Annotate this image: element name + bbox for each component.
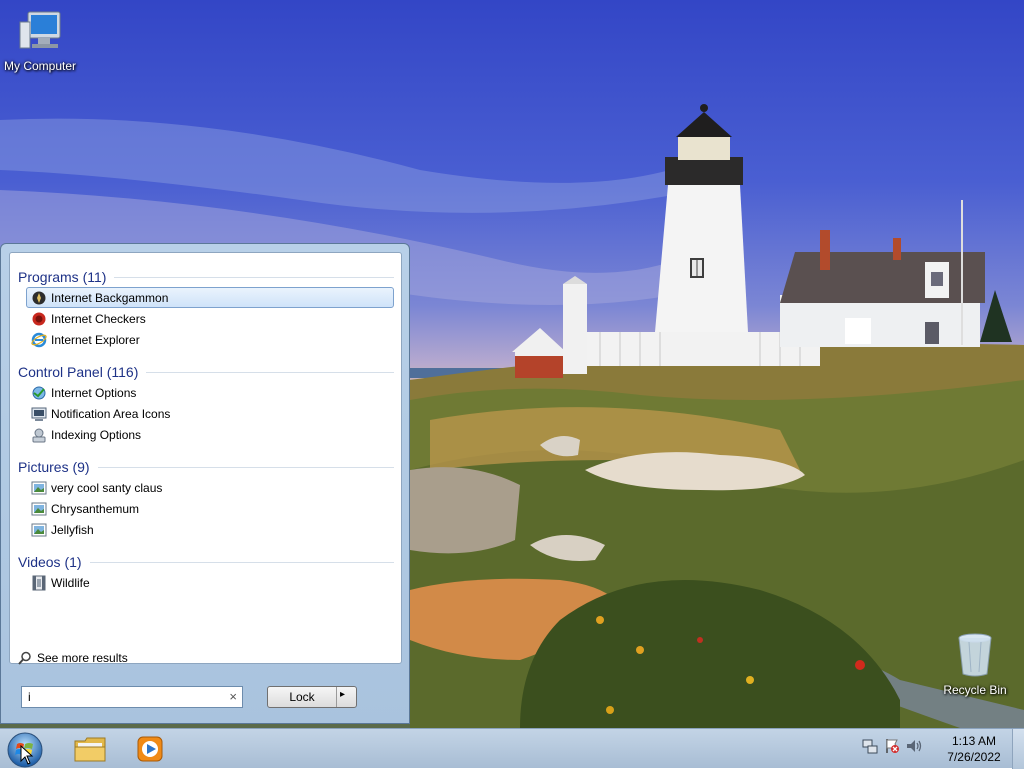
result-internet-backgammon[interactable]: Internet Backgammon bbox=[26, 287, 394, 308]
power-options-arrow-icon[interactable]: ▸ bbox=[340, 689, 345, 700]
group-header-label: Pictures (9) bbox=[18, 459, 90, 475]
result-label: Jellyfish bbox=[51, 522, 94, 537]
picture-icon bbox=[31, 502, 47, 515]
result-label: Notification Area Icons bbox=[51, 406, 171, 421]
group-header[interactable]: Videos (1) bbox=[18, 552, 394, 572]
notification-area-icon bbox=[31, 407, 47, 421]
search-value: i bbox=[28, 690, 31, 704]
divider bbox=[336, 687, 337, 707]
group-header[interactable]: Pictures (9) bbox=[18, 457, 394, 477]
divider bbox=[114, 276, 394, 278]
divider bbox=[146, 371, 394, 373]
see-more-results-link[interactable]: See more results bbox=[18, 651, 128, 665]
group-header-label: Programs (11) bbox=[18, 269, 107, 285]
result-internet-options[interactable]: Internet Options bbox=[26, 382, 394, 403]
media-player-icon bbox=[137, 736, 163, 762]
result-notification-area-icons[interactable]: Notification Area Icons bbox=[26, 403, 394, 424]
result-label: Chrysanthemum bbox=[51, 501, 140, 516]
recycle-bin-icon bbox=[958, 633, 992, 677]
result-very-cool-santy-claus[interactable]: very cool santy claus bbox=[26, 477, 394, 498]
lock-button[interactable]: Lock ▸ bbox=[267, 686, 357, 708]
result-chrysanthemum[interactable]: Chrysanthemum bbox=[26, 498, 394, 519]
video-icon bbox=[32, 575, 46, 590]
taskbar-windows-explorer-button[interactable] bbox=[72, 733, 108, 765]
result-label: very cool santy claus bbox=[51, 480, 163, 495]
search-results-pane: Programs (11) Internet Backgammon Intern… bbox=[9, 252, 402, 665]
result-label: Internet Explorer bbox=[51, 332, 140, 347]
results-group-videos: Videos (1) Wildlife bbox=[18, 552, 394, 593]
internet-explorer-icon bbox=[31, 332, 47, 347]
result-label: Indexing Options bbox=[51, 427, 142, 442]
results-group-control-panel: Control Panel (116) Internet Options Not… bbox=[18, 362, 394, 445]
picture-icon bbox=[31, 523, 47, 536]
result-wildlife[interactable]: Wildlife bbox=[26, 572, 394, 593]
mouse-cursor-icon bbox=[20, 745, 34, 765]
desktop-icon-label: Recycle Bin bbox=[943, 683, 1007, 697]
desktop-icon-my-computer[interactable]: My Computer bbox=[0, 10, 80, 73]
result-label: Internet Backgammon bbox=[51, 290, 169, 305]
result-indexing-options[interactable]: Indexing Options bbox=[26, 424, 394, 445]
clear-search-icon[interactable]: × bbox=[229, 689, 237, 704]
group-header-label: Control Panel (116) bbox=[18, 364, 139, 380]
clock-time: 1:13 AM bbox=[951, 734, 997, 748]
result-label: Internet Checkers bbox=[51, 311, 146, 326]
results-group-programs: Programs (11) Internet Backgammon Intern… bbox=[18, 267, 394, 350]
divider bbox=[89, 561, 394, 563]
show-desktop-button[interactable] bbox=[1012, 729, 1024, 769]
desktop-icon-recycle-bin[interactable]: Recycle Bin bbox=[935, 632, 1015, 697]
results-group-pictures: Pictures (9) very cool santy claus Chrys… bbox=[18, 457, 394, 540]
magnifier-icon bbox=[18, 651, 31, 665]
internet-options-icon bbox=[32, 386, 46, 399]
checkers-icon bbox=[32, 312, 46, 325]
see-more-label: See more results bbox=[37, 651, 128, 665]
backgammon-icon bbox=[32, 291, 46, 304]
result-jellyfish[interactable]: Jellyfish bbox=[26, 519, 394, 540]
network-icon[interactable] bbox=[862, 738, 878, 754]
group-header[interactable]: Control Panel (116) bbox=[18, 362, 394, 382]
start-search-input[interactable]: i × bbox=[21, 686, 243, 708]
indexing-options-icon bbox=[32, 428, 46, 442]
folder-icon bbox=[74, 737, 106, 762]
result-internet-explorer[interactable]: Internet Explorer bbox=[26, 329, 394, 350]
desktop-icon-label: My Computer bbox=[3, 59, 77, 73]
result-label: Internet Options bbox=[51, 385, 137, 400]
group-header-label: Videos (1) bbox=[18, 554, 82, 570]
taskbar: 1:13 AM 7/26/2022 bbox=[0, 728, 1024, 769]
system-clock[interactable]: 1:13 AM 7/26/2022 bbox=[936, 733, 1012, 765]
clock-date: 7/26/2022 bbox=[947, 750, 1001, 764]
group-header[interactable]: Programs (11) bbox=[18, 267, 394, 287]
action-center-flag-icon[interactable] bbox=[884, 738, 900, 754]
lock-button-label: Lock bbox=[289, 690, 315, 704]
result-label: Wildlife bbox=[51, 575, 90, 590]
start-menu: Programs (11) Internet Backgammon Intern… bbox=[0, 243, 410, 724]
notification-area bbox=[862, 738, 922, 754]
computer-icon bbox=[19, 11, 61, 49]
divider bbox=[97, 466, 394, 468]
picture-icon bbox=[31, 481, 47, 494]
volume-icon[interactable] bbox=[906, 738, 922, 754]
taskbar-media-player-button[interactable] bbox=[132, 733, 168, 765]
result-internet-checkers[interactable]: Internet Checkers bbox=[26, 308, 394, 329]
